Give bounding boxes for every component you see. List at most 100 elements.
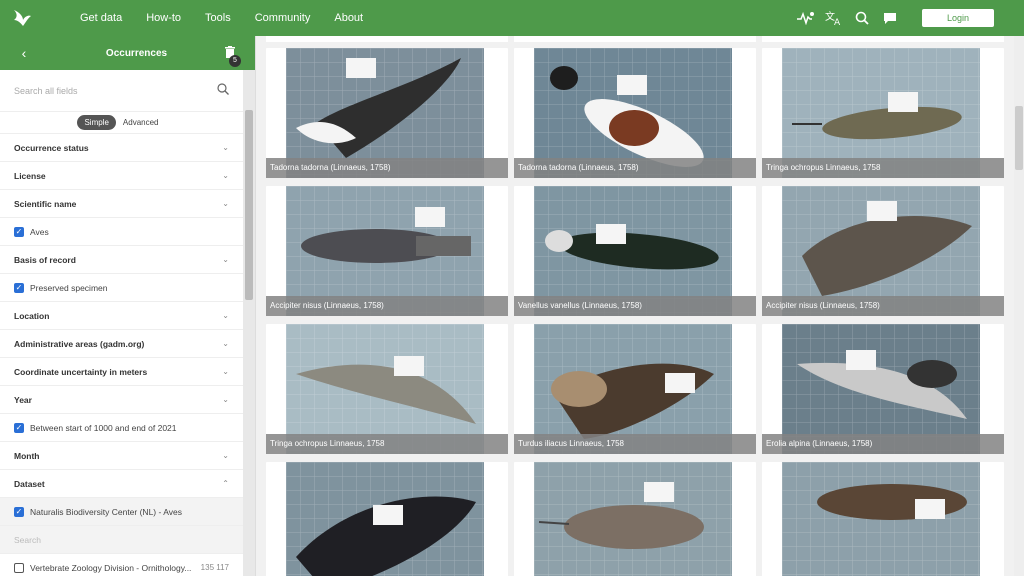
occurrence-tile[interactable]: Tringa ochropus Linnaeus, 1758 — [266, 324, 508, 454]
nav-tools[interactable]: Tools — [205, 12, 231, 24]
specimen-photo — [534, 462, 732, 576]
tile-caption: Tringa ochropus Linnaeus, 1758 — [266, 434, 508, 454]
filter-label: Location — [14, 310, 50, 321]
checkbox-checked-icon[interactable]: ✓ — [14, 506, 24, 517]
chevron-down-icon: ⌄ — [222, 339, 229, 348]
nav-about[interactable]: About — [334, 12, 363, 24]
filter-basis-of-record[interactable]: Basis of record ⌄ — [0, 246, 243, 274]
activity-pulse-icon[interactable] — [792, 0, 820, 36]
translate-icon[interactable]: 文A — [820, 0, 848, 36]
filter-dataset[interactable]: Dataset ⌃ — [0, 470, 243, 498]
sidebar-filters: Search all fields Simple Advanced Occurr… — [0, 70, 243, 576]
top-navigation-bar: Get data How-to Tools Community About 文A… — [0, 0, 1024, 36]
filter-count-badge: 5 — [229, 55, 241, 67]
mode-toggle: Simple Advanced — [0, 112, 243, 134]
gallery-tile-partial — [514, 36, 756, 42]
checkbox-checked-icon[interactable]: ✓ — [14, 226, 24, 237]
dataset-expanded: ✓ Naturalis Biodiversity Center (NL) - Av… — [0, 498, 243, 554]
filter-admin-areas[interactable]: Administrative areas (gadm.org) ⌄ — [0, 330, 243, 358]
checkbox-unchecked-icon[interactable] — [14, 562, 24, 573]
mode-simple-button[interactable]: Simple — [77, 115, 116, 130]
occurrence-tile[interactable] — [514, 462, 756, 576]
option-naturalis-dataset[interactable]: ✓ Naturalis Biodiversity Center (NL) - Av… — [0, 498, 243, 526]
option-label: Aves — [30, 226, 49, 237]
sidebar-scrollbar[interactable] — [243, 70, 255, 576]
search-icon[interactable] — [848, 0, 876, 36]
chevron-down-icon: ⌄ — [222, 143, 229, 152]
chevron-left-icon[interactable]: ‹ — [0, 45, 48, 61]
option-count: 135 117 — [200, 563, 229, 572]
tile-caption: Accipiter nisus (Linnaeus, 1758) — [266, 296, 508, 316]
tile-caption: Turdus iliacus Linnaeus, 1758 — [514, 434, 756, 454]
filter-label: Dataset — [14, 478, 45, 489]
nav-how-to[interactable]: How-to — [146, 12, 181, 24]
sidebar-title: Occurrences — [105, 47, 168, 59]
occurrence-tile[interactable]: Vanellus vanellus (Linnaeus, 1758) — [514, 186, 756, 316]
filter-sidebar: ‹ Occurrences 5 Search all fields Simple… — [0, 36, 256, 576]
gbif-logo-icon[interactable] — [0, 0, 44, 36]
option-year-range[interactable]: ✓ Between start of 1000 and end of 2021 — [0, 414, 243, 442]
gallery-scroll-thumb[interactable] — [1015, 106, 1023, 170]
specimen-photo — [286, 462, 484, 576]
occurrence-tile[interactable]: Tadorna tadorna (Linnaeus, 1758) — [266, 48, 508, 178]
tile-caption: Erolia alpina (Linnaeus, 1758) — [762, 434, 1004, 454]
gallery-tile-partial — [266, 36, 508, 42]
filter-label: Administrative areas (gadm.org) — [14, 338, 145, 349]
filter-label: Coordinate uncertainty in meters — [14, 366, 148, 377]
filter-label: Occurrence status — [14, 142, 89, 153]
option-aves[interactable]: ✓ Aves — [0, 218, 243, 246]
chevron-down-icon: ⌄ — [222, 311, 229, 320]
search-icon[interactable] — [217, 82, 229, 100]
dataset-search-input[interactable]: Search — [0, 526, 243, 554]
occurrence-tile[interactable]: Tadorna tadorna (Linnaeus, 1758) — [514, 48, 756, 178]
filter-label: License — [14, 170, 46, 181]
checkbox-checked-icon[interactable]: ✓ — [14, 282, 24, 293]
occurrence-tile[interactable]: Accipiter nisus (Linnaeus, 1758) — [762, 186, 1004, 316]
nav-community[interactable]: Community — [255, 12, 311, 24]
filter-year[interactable]: Year ⌄ — [0, 386, 243, 414]
filter-license[interactable]: License ⌄ — [0, 162, 243, 190]
main-nav: Get data How-to Tools Community About — [44, 12, 387, 24]
gallery-scrollbar[interactable] — [1014, 36, 1024, 576]
sidebar-scroll-thumb[interactable] — [245, 110, 253, 300]
filter-occurrence-status[interactable]: Occurrence status ⌄ — [0, 134, 243, 162]
filter-label: Scientific name — [14, 198, 77, 209]
option-preserved-specimen[interactable]: ✓ Preserved specimen — [0, 274, 243, 302]
occurrence-tile[interactable]: Tringa ochropus Linnaeus, 1758 — [762, 48, 1004, 178]
chevron-down-icon: ⌄ — [222, 171, 229, 180]
option-label: Naturalis Biodiversity Center (NL) - Ave… — [30, 506, 182, 517]
filter-location[interactable]: Location ⌄ — [0, 302, 243, 330]
option-label: Preserved specimen — [30, 282, 108, 293]
occurrence-tile[interactable]: Accipiter nisus (Linnaeus, 1758) — [266, 186, 508, 316]
checkbox-checked-icon[interactable]: ✓ — [14, 422, 24, 433]
specimen-photo — [782, 462, 980, 576]
login-button[interactable]: Login — [922, 9, 994, 27]
search-all-fields[interactable]: Search all fields — [0, 70, 243, 112]
tile-caption: Tadorna tadorna (Linnaeus, 1758) — [266, 158, 508, 178]
filter-coordinate-uncertainty[interactable]: Coordinate uncertainty in meters ⌄ — [0, 358, 243, 386]
chevron-down-icon: ⌄ — [222, 199, 229, 208]
occurrence-tile[interactable] — [266, 462, 508, 576]
tile-caption: Vanellus vanellus (Linnaeus, 1758) — [514, 296, 756, 316]
filter-scientific-name[interactable]: Scientific name ⌄ — [0, 190, 243, 218]
tile-caption: Accipiter nisus (Linnaeus, 1758) — [762, 296, 1004, 316]
option-label: Vertebrate Zoology Division - Ornitholog… — [30, 562, 192, 573]
search-input[interactable]: Search all fields — [14, 86, 217, 96]
option-label: Between start of 1000 and end of 2021 — [30, 422, 177, 433]
tile-caption: Tringa ochropus Linnaeus, 1758 — [762, 158, 1004, 178]
sidebar-header: ‹ Occurrences 5 — [0, 36, 255, 70]
occurrence-tile[interactable]: Erolia alpina (Linnaeus, 1758) — [762, 324, 1004, 454]
occurrence-tile[interactable] — [762, 462, 1004, 576]
chevron-down-icon: ⌄ — [222, 367, 229, 376]
occurrence-tile[interactable]: Turdus iliacus Linnaeus, 1758 — [514, 324, 756, 454]
chevron-down-icon: ⌄ — [222, 255, 229, 264]
option-vertebrate-zoology-dataset[interactable]: Vertebrate Zoology Division - Ornitholog… — [0, 554, 243, 576]
filter-label: Basis of record — [14, 254, 76, 265]
top-right-actions: 文A Login — [792, 0, 1024, 36]
feedback-chat-icon[interactable] — [876, 0, 904, 36]
filter-label: Year — [14, 394, 32, 405]
mode-advanced-button[interactable]: Advanced — [116, 115, 166, 130]
filter-month[interactable]: Month ⌄ — [0, 442, 243, 470]
nav-get-data[interactable]: Get data — [80, 12, 122, 24]
chevron-down-icon: ⌄ — [222, 451, 229, 460]
